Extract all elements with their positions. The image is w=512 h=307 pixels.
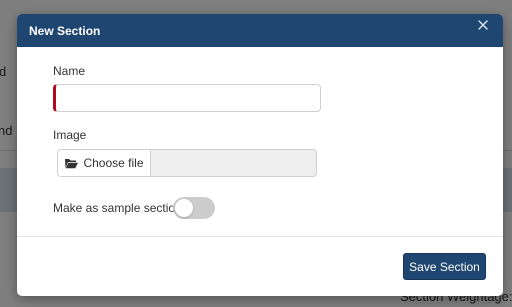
modal-body: Name Image Choose file Make as sample se… bbox=[17, 47, 503, 237]
name-input[interactable] bbox=[53, 84, 321, 112]
modal-header: New Section bbox=[17, 14, 503, 47]
modal-footer: Save Section bbox=[17, 237, 503, 296]
image-label: Image bbox=[53, 128, 87, 142]
folder-open-icon bbox=[64, 157, 79, 169]
save-section-button[interactable]: Save Section bbox=[403, 253, 486, 280]
modal-title: New Section bbox=[29, 23, 101, 38]
image-file-picker: Choose file bbox=[57, 149, 317, 177]
close-icon[interactable] bbox=[477, 19, 491, 35]
sample-section-toggle[interactable] bbox=[173, 197, 215, 219]
toggle-knob bbox=[175, 199, 193, 217]
name-label: Name bbox=[53, 64, 86, 78]
choose-file-label: Choose file bbox=[83, 156, 144, 170]
new-section-modal: New Section Name Image Choose file Make … bbox=[17, 14, 503, 296]
file-name-display bbox=[151, 149, 317, 177]
choose-file-button[interactable]: Choose file bbox=[57, 149, 151, 177]
sample-section-label: Make as sample section bbox=[53, 201, 182, 215]
